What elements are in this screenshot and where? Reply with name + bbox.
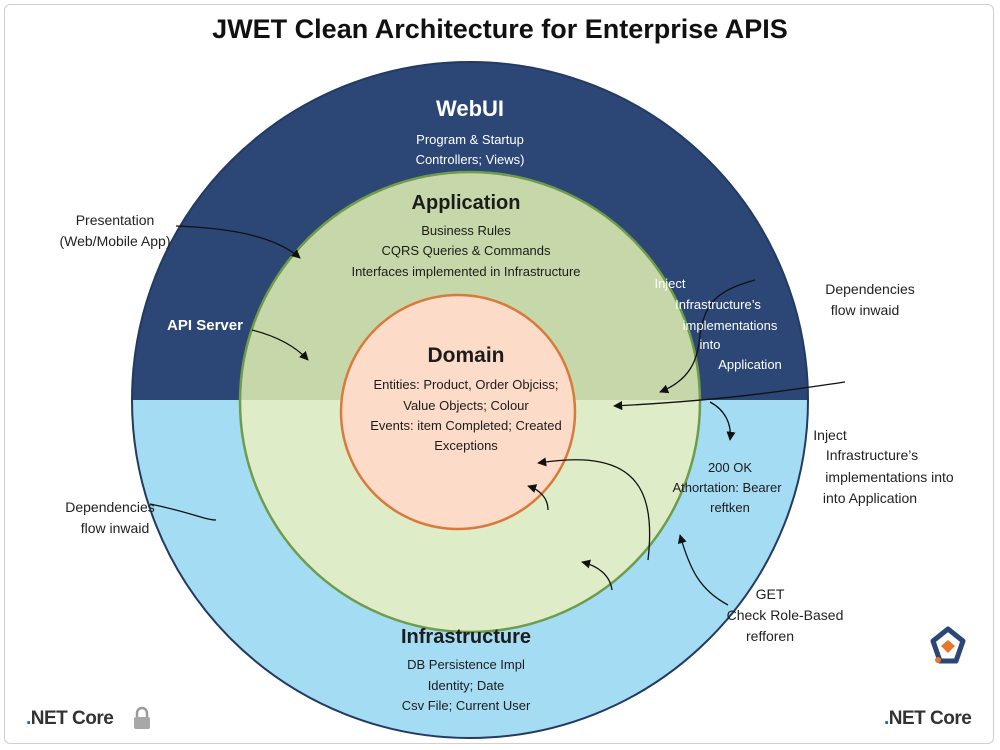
inject-right-2: Infrastructure’s: [825, 447, 919, 463]
domain-title: Domain: [427, 344, 505, 367]
api-server-label: API Server: [167, 317, 243, 334]
domain-line-1: Entities: Product, Order Objciss;: [373, 377, 559, 392]
domain-line-4: Exceptions: [434, 438, 498, 453]
application-line-1: Business Rules: [421, 223, 511, 238]
domain-line-2: Value Objects; Colour: [403, 398, 529, 413]
inject-upper-line-1: Inject: [654, 276, 686, 291]
net-core-logo-left: .NET Core: [26, 708, 114, 729]
infrastructure-line-3: Csv File; Current User: [401, 698, 531, 713]
auth-line-2: Athortation: Bearer: [672, 480, 782, 495]
infrastructure-title: Infrastructure: [400, 626, 532, 648]
application-line-3: Interfaces implemented in Infrastructure: [351, 264, 581, 279]
infrastructure-line-2: Identity; Date: [427, 678, 505, 693]
dependencies-right-1: Dependencies: [825, 281, 915, 297]
get-check-1: GET: [755, 586, 785, 602]
inject-upper-line-2: Infrastructure’s: [675, 297, 761, 312]
webui-line-2: Controllers; Views): [415, 152, 525, 167]
logo-icon: [930, 626, 966, 664]
inject-upper-line-3: implementations: [682, 318, 778, 333]
dependencies-left-2: flow inwaid: [80, 520, 150, 536]
auth-line-1: 200 OK: [707, 460, 753, 475]
presentation-label-1: Presentation: [75, 212, 155, 228]
application-line-2: CQRS Queries & Commands: [381, 243, 551, 258]
inject-upper-line-4: into: [699, 337, 721, 352]
infrastructure-line-1: DB Persistence Impl: [407, 657, 525, 672]
presentation-label-2: (Web/Mobile App): [59, 233, 171, 249]
application-title: Application: [411, 192, 521, 214]
dependencies-left-1: Dependencies: [65, 499, 155, 515]
net-core-logo-right: .NET Core: [884, 708, 972, 729]
page-title: JWET Clean Architecture for Enterprise A…: [212, 14, 788, 44]
inject-right-1: Inject: [813, 427, 847, 443]
inject-right-4: into Application: [822, 490, 918, 506]
domain-line-3: Events: item Completed; Created: [370, 418, 562, 433]
webui-title: WebUI: [435, 96, 505, 121]
dependencies-right-2: flow inwaid: [830, 302, 900, 318]
webui-line-1: Program & Startup: [416, 132, 524, 147]
auth-line-3: reftken: [710, 500, 750, 515]
get-check-2: Check Role-Based: [726, 607, 844, 623]
lock-icon: [134, 706, 150, 729]
inject-upper-line-5: Application: [718, 357, 782, 372]
get-check-3: refforen: [746, 628, 794, 644]
inject-right-3: implementations into: [825, 469, 954, 485]
